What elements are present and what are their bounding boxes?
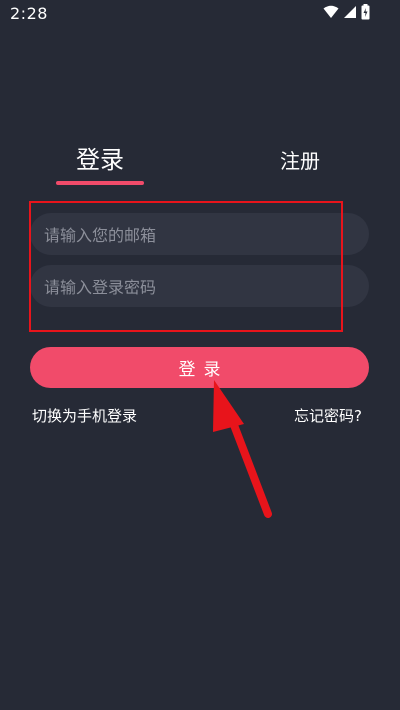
forgot-password-link[interactable]: 忘记密码? <box>294 405 362 426</box>
switch-to-phone-login-link[interactable]: 切换为手机登录 <box>32 405 137 426</box>
tab-register[interactable]: 注册 <box>270 145 330 185</box>
status-icons <box>323 4 370 20</box>
tab-login[interactable]: 登录 <box>56 140 144 180</box>
wifi-icon <box>323 5 339 19</box>
signal-icon <box>343 5 357 19</box>
active-tab-indicator <box>56 181 144 185</box>
annotation-highlight-box <box>29 201 343 332</box>
battery-icon <box>361 4 370 20</box>
status-bar: 2:28 <box>0 0 400 28</box>
login-button-label: 登录 <box>178 360 229 380</box>
status-time: 2:28 <box>10 4 48 23</box>
login-button[interactable]: 登录 <box>30 347 369 388</box>
